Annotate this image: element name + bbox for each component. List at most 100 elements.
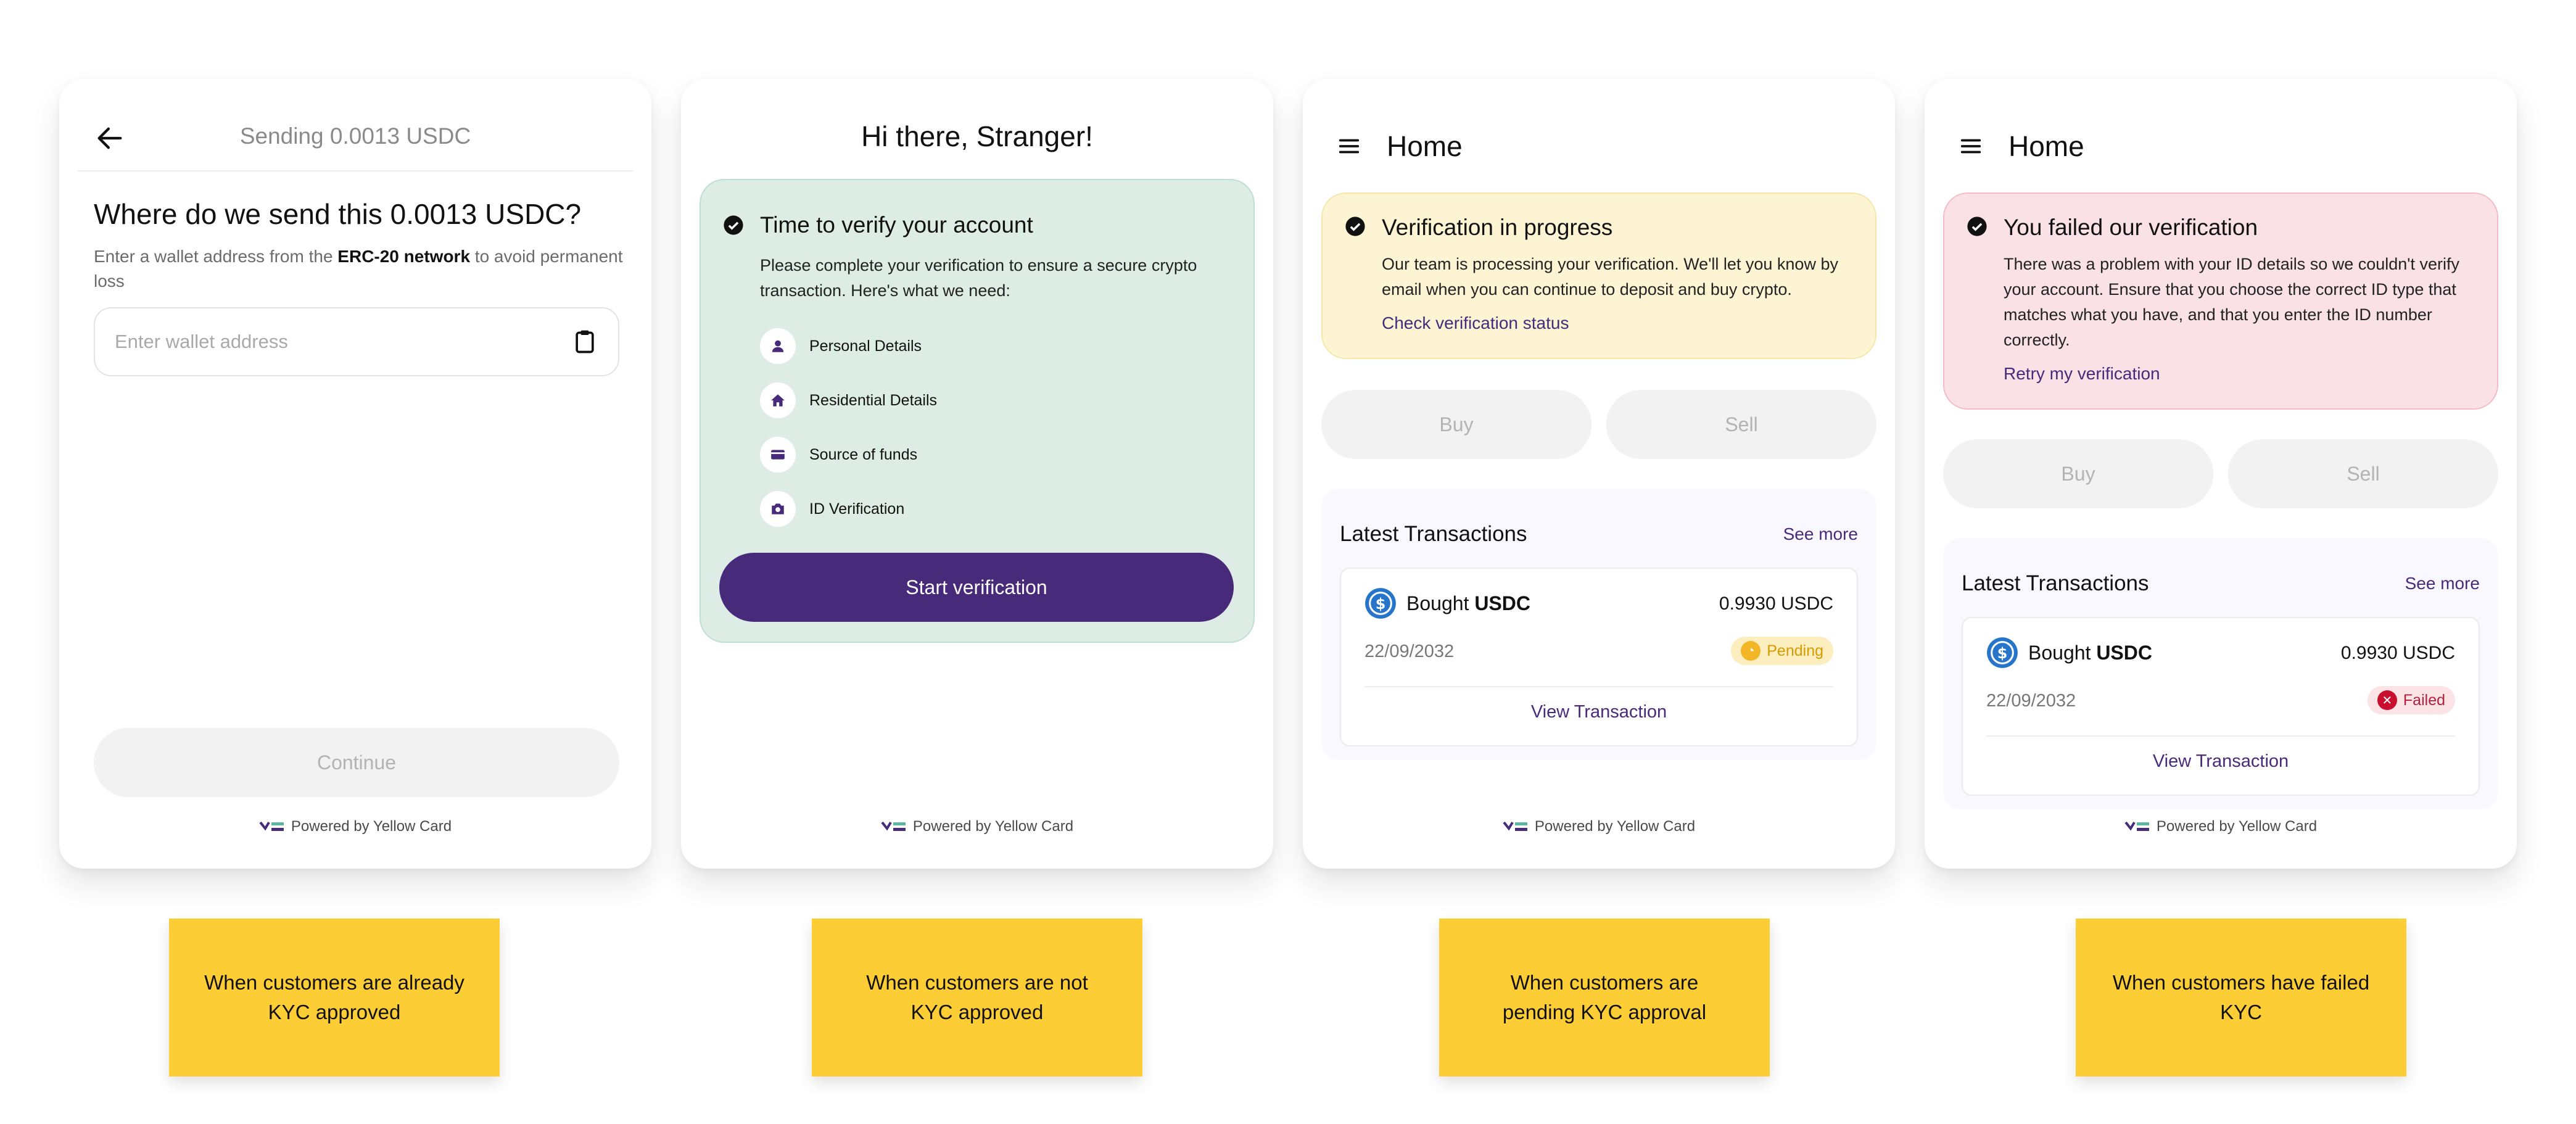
check-circle-icon	[1967, 217, 1987, 236]
help-text-network: ERC-20 network	[337, 247, 471, 266]
transaction-date: 22/09/2032	[1986, 691, 2076, 711]
sticky-note-kyc-approved: When customers are already KYC approved	[169, 919, 500, 1076]
check-circle-icon	[1345, 217, 1365, 236]
status-badge-failed: ✕ Failed	[2367, 686, 2455, 714]
requirement-residential: Residential Details	[760, 382, 937, 418]
usdc-coin-icon: $	[1987, 637, 2018, 668]
status-badge-pending: ◔ Pending	[1731, 637, 1833, 665]
send-screen-card: Sending 0.0013 USDC Where do we send thi…	[59, 79, 651, 869]
header-divider	[78, 170, 633, 171]
transaction-card[interactable]: $ Bought USDC 0.9930 USDC 22/09/2032 ◔ P…	[1340, 568, 1858, 746]
buy-button[interactable]: Buy	[1943, 439, 2213, 508]
greeting-title: Hi there, Stranger!	[861, 120, 1093, 152]
transaction-amount: 0.9930 USDC	[2340, 643, 2455, 663]
section-heading: Latest Transactions	[1340, 522, 1527, 546]
requirement-id: ID Verification	[760, 491, 904, 527]
svg-text:$: $	[1997, 645, 2008, 662]
transaction-divider	[1986, 735, 2455, 737]
page-title: Where do we send this 0.0013 USDC?	[94, 198, 582, 230]
verify-screen-card: Hi there, Stranger! Time to verify your …	[681, 79, 1273, 869]
continue-button[interactable]: Continue	[94, 728, 619, 797]
clock-icon: ◔	[1741, 641, 1761, 661]
requirement-personal: Personal Details	[760, 328, 922, 364]
sell-button[interactable]: Sell	[2228, 439, 2498, 508]
powered-by-footer: Powered by Yellow Card	[1303, 818, 1895, 835]
transaction-title-prefix: Bought	[1406, 592, 1475, 614]
transaction-asset: USDC	[2096, 642, 2152, 664]
home-icon	[771, 394, 785, 407]
header-title: Sending 0.0013 USDC	[239, 123, 471, 149]
footer-text: Powered by Yellow Card	[912, 818, 1074, 835]
transaction-card[interactable]: $ Bought USDC 0.9930 USDC 22/09/2032 ✕ F…	[1962, 617, 2480, 796]
page-title: Home	[2008, 130, 2084, 162]
panel-title: Time to verify your account	[760, 212, 1033, 238]
yellow-card-logo-icon	[881, 821, 906, 831]
footer-text: Powered by Yellow Card	[1534, 818, 1696, 835]
see-more-link[interactable]: See more	[1783, 524, 1858, 544]
check-status-link[interactable]: Check verification status	[1382, 313, 1569, 333]
status-body: Our team is processing your verification…	[1382, 255, 1838, 299]
transaction-title: Bought USDC	[2028, 642, 2152, 664]
help-text-prefix: Enter a wallet address from the	[94, 247, 338, 266]
buy-button[interactable]: Buy	[1321, 390, 1591, 459]
wallet-address-input[interactable]	[94, 307, 619, 376]
person-icon	[772, 340, 784, 352]
panel-body: Please complete your verification to ens…	[760, 256, 1197, 300]
view-transaction-link[interactable]: View Transaction	[1341, 702, 1857, 722]
check-circle-icon	[724, 215, 743, 235]
sticky-note-kyc-failed: When customers have failed KYC	[2076, 919, 2406, 1076]
sticky-note-kyc-pending: When customers are pending KYC approval	[1439, 919, 1770, 1076]
requirement-label: Residential Details	[809, 391, 938, 409]
verification-failed-panel: You failed our verification There was a …	[1943, 192, 2498, 410]
camera-icon	[772, 503, 784, 514]
verification-pending-panel: Verification in progress Our team is pro…	[1321, 192, 1876, 359]
home-pending-card: Home Verification in progress Our team i…	[1303, 79, 1895, 869]
page-title: Home	[1387, 130, 1463, 162]
powered-by-footer: Powered by Yellow Card	[681, 818, 1273, 835]
latest-transactions-section: Latest Transactions See more $ Bought US…	[1321, 489, 1876, 760]
yellow-card-logo-icon	[1503, 821, 1527, 831]
sell-button[interactable]: Sell	[1606, 390, 1876, 459]
transaction-title-prefix: Bought	[2028, 642, 2097, 664]
view-transaction-link[interactable]: View Transaction	[1963, 751, 2479, 772]
transaction-amount: 0.9930 USDC	[1719, 593, 1833, 614]
transaction-asset: USDC	[1474, 592, 1530, 614]
requirement-icon-wrap	[760, 437, 796, 473]
requirement-label: Personal Details	[809, 337, 922, 355]
verify-panel: Time to verify your account Please compl…	[700, 179, 1255, 643]
status-badge-label: Pending	[1767, 642, 1823, 659]
footer-text: Powered by Yellow Card	[2156, 818, 2318, 835]
svg-text:$: $	[1376, 595, 1386, 613]
status-body: There was a problem with your ID details…	[2004, 255, 2459, 349]
yellow-card-logo-icon	[259, 821, 284, 831]
close-icon: ✕	[2377, 690, 2397, 710]
requirement-icon-wrap	[760, 382, 796, 418]
latest-transactions-section: Latest Transactions See more $ Bought US…	[1943, 538, 2498, 809]
usdc-coin-icon: $	[1365, 588, 1396, 619]
retry-verification-link[interactable]: Retry my verification	[2004, 364, 2160, 384]
see-more-link[interactable]: See more	[2405, 574, 2480, 593]
section-heading: Latest Transactions	[1962, 571, 2149, 595]
start-verification-button[interactable]: Start verification	[719, 553, 1234, 622]
requirement-label: Source of funds	[809, 445, 918, 463]
requirement-icon-wrap	[760, 328, 796, 364]
yellow-card-logo-icon	[2124, 821, 2149, 831]
sticky-note-kyc-not-approved: When customers are not KYC approved	[812, 919, 1142, 1076]
home-failed-card: Home You failed our verification There w…	[1925, 79, 2517, 869]
powered-by-footer: Powered by Yellow Card	[59, 818, 651, 835]
requirement-funds: Source of funds	[760, 437, 917, 473]
transaction-divider	[1364, 686, 1833, 687]
status-badge-label: Failed	[2403, 691, 2445, 709]
hamburger-menu-icon[interactable]	[1959, 134, 1983, 158]
clipboard-icon[interactable]	[571, 328, 598, 355]
transaction-date: 22/09/2032	[1364, 642, 1455, 661]
requirement-icon-wrap	[760, 491, 796, 527]
help-text: Enter a wallet address from the ERC-20 n…	[94, 244, 624, 294]
card-icon	[771, 450, 785, 460]
status-title: You failed our verification	[2004, 215, 2258, 240]
requirement-label: ID Verification	[809, 500, 905, 518]
footer-text: Powered by Yellow Card	[291, 818, 452, 835]
transaction-title: Bought USDC	[1406, 592, 1530, 615]
status-title: Verification in progress	[1382, 215, 1613, 240]
hamburger-menu-icon[interactable]	[1337, 134, 1361, 158]
